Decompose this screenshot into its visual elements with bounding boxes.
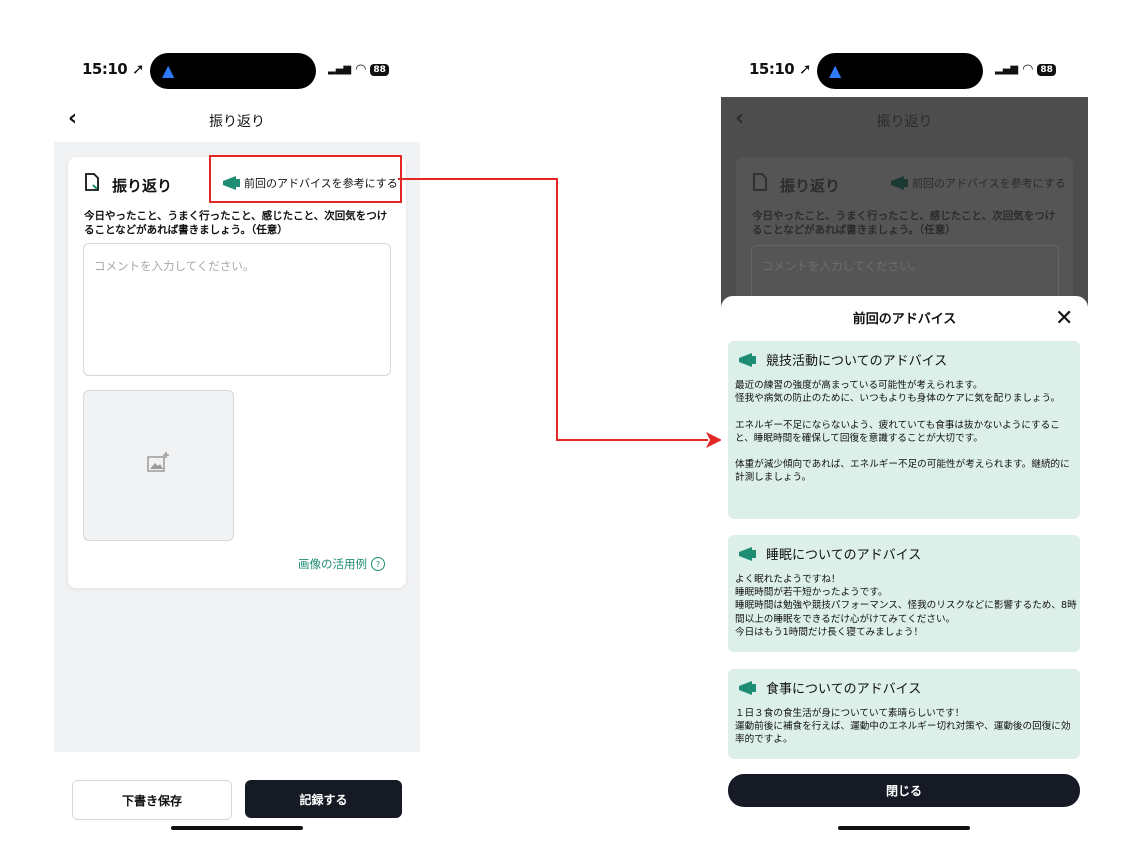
- system-icons: ▂▄▆ ◠ 88: [328, 62, 389, 77]
- comment-input[interactable]: コメントを入力してください。: [83, 243, 391, 376]
- location-arrow-icon: ➚: [131, 60, 145, 78]
- advice-body: よく眠れたようですね！ 睡眠時間が若干短かったようです。 睡眠時間は勉強や競技パ…: [735, 574, 1077, 638]
- description-text-dimmed: 今日やったこと、うまく行ったこと、感じたこと、次回気をつけることなどがあれば書き…: [752, 210, 1056, 236]
- reflection-card-dimmed: 振り返り 前回のアドバイスを参考にする 今日やったこと、うまく行ったこと、感じた…: [736, 157, 1073, 317]
- advice-card-meals: 食事についてのアドバイス １日３食の食生活が身についていて素晴らしいです！ 運動…: [728, 669, 1080, 759]
- record-button[interactable]: 記録する: [245, 780, 402, 818]
- battery-icon: 88: [370, 63, 389, 76]
- close-button[interactable]: 閉じる: [728, 774, 1080, 807]
- comment-placeholder-dimmed: コメントを入力してください。: [762, 259, 923, 273]
- previous-advice-label-dimmed: 前回のアドバイスを参考にする: [912, 177, 1066, 190]
- home-indicator: [171, 826, 303, 830]
- megaphone-icon: [739, 546, 756, 561]
- card-title: 振り返り: [112, 177, 173, 195]
- reflection-card: 振り返り 前回のアドバイスを参考にする 今日やったこと、うまく行ったこと、感じた…: [68, 157, 406, 588]
- description-text: 今日やったこと、うまく行ったこと、感じたこと、次回気をつけることなどがあれば書き…: [84, 210, 388, 236]
- add-image-icon: [147, 452, 169, 472]
- system-icons-right: ▂▄▆ ◠ 88: [995, 62, 1056, 77]
- status-time: 15:10 ➚: [82, 60, 145, 78]
- advice-title: 睡眠についてのアドバイス: [766, 548, 922, 563]
- comment-placeholder: コメントを入力してください。: [94, 259, 255, 273]
- signal-icon: ▂▄▆: [995, 64, 1019, 75]
- previous-advice-link-dimmed: 前回のアドバイスを参考にする: [890, 175, 1066, 191]
- signal-icon: ▂▄▆: [328, 64, 352, 75]
- image-examples-link[interactable]: 画像の活用例 ?: [298, 556, 385, 572]
- dynamic-island: ▲: [150, 53, 316, 89]
- dimmed-overlay[interactable]: ‹ 振り返り 振り返り 前回のアドバイスを参考にする 今日やったこと、うまく行っ…: [721, 97, 1088, 317]
- sheet-title: 前回のアドバイス: [852, 312, 957, 327]
- advice-title: 食事についてのアドバイス: [766, 682, 922, 697]
- document-edit-icon: [85, 173, 99, 191]
- advice-title: 競技活動についてのアドバイス: [766, 354, 948, 369]
- advice-body: １日３食の食生活が身についていて素晴らしいです！ 運動前後に補食を行えば、運動中…: [735, 708, 1071, 746]
- navigation-arrow-icon: ▲: [829, 61, 842, 80]
- dynamic-island-right: ▲: [817, 53, 983, 89]
- connector-arrow: [398, 178, 722, 448]
- advice-card-sleep: 睡眠についてのアドバイス よく眠れたようですね！ 睡眠時間が若干短かったようです…: [728, 535, 1080, 652]
- close-icon[interactable]: ✕: [1055, 308, 1073, 330]
- wifi-icon: ◠: [1022, 62, 1034, 77]
- card-title-dimmed: 振り返り: [780, 177, 841, 195]
- help-circle-icon: ?: [371, 557, 385, 571]
- wifi-icon: ◠: [355, 62, 367, 77]
- megaphone-icon: [739, 352, 756, 367]
- page-title: 振り返り: [209, 114, 265, 130]
- image-examples-label: 画像の活用例: [298, 557, 367, 571]
- advice-body: 最近の練習の強度が高まっている可能性が考えられます。 怪我や病気の防止のために、…: [735, 380, 1070, 484]
- home-indicator-right: [838, 826, 970, 830]
- advice-bottom-sheet: 前回のアドバイス ✕ 競技活動についてのアドバイス 最近の練習の強度が高まってい…: [721, 296, 1088, 860]
- status-time-right: 15:10 ➚: [749, 60, 812, 78]
- draft-save-button[interactable]: 下書き保存: [72, 780, 232, 820]
- megaphone-icon: [891, 176, 908, 190]
- location-arrow-icon: ➚: [798, 60, 812, 78]
- advice-card-sports: 競技活動についてのアドバイス 最近の練習の強度が高まっている可能性が考えられます…: [728, 341, 1080, 519]
- battery-icon: 88: [1037, 63, 1056, 76]
- image-upload-box[interactable]: [83, 390, 234, 541]
- highlight-box: [209, 155, 402, 203]
- navigation-arrow-icon: ▲: [162, 61, 175, 80]
- megaphone-icon: [739, 680, 756, 695]
- document-edit-icon: [753, 173, 767, 191]
- page-title-dimmed: 振り返り: [876, 114, 933, 130]
